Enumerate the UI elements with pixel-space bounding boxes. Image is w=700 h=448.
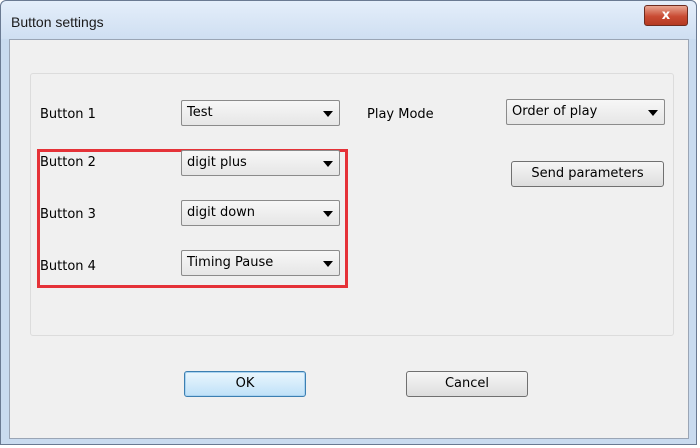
title-bar: Button settings x <box>1 1 696 39</box>
play-mode-select[interactable]: Order of play <box>506 99 665 125</box>
button-1-label: Button 1 <box>40 107 96 122</box>
close-button[interactable]: x <box>644 5 688 26</box>
button-2-select[interactable]: digit plus <box>181 150 340 176</box>
chevron-down-icon <box>323 211 333 217</box>
button-3-value: digit down <box>187 205 256 220</box>
play-mode-value: Order of play <box>512 104 598 119</box>
button-2-label: Button 2 <box>40 155 96 170</box>
window-title: Button settings <box>11 14 104 30</box>
dialog-window: Button settings x Button 1 Test Button 2… <box>0 0 697 445</box>
dialog-client-area: Button 1 Test Button 2 digit plus Button… <box>9 39 689 439</box>
button-4-select[interactable]: Timing Pause <box>181 250 340 276</box>
chevron-down-icon <box>323 111 333 117</box>
chevron-down-icon <box>323 261 333 267</box>
close-icon: x <box>661 8 671 23</box>
ok-button[interactable]: OK <box>184 371 306 397</box>
button-2-value: digit plus <box>187 155 247 170</box>
button-3-label: Button 3 <box>40 207 96 222</box>
button-3-select[interactable]: digit down <box>181 200 340 226</box>
button-4-value: Timing Pause <box>187 255 274 270</box>
cancel-button[interactable]: Cancel <box>406 371 528 397</box>
chevron-down-icon <box>648 110 658 116</box>
send-parameters-button[interactable]: Send parameters <box>511 161 664 187</box>
chevron-down-icon <box>323 161 333 167</box>
button-1-value: Test <box>187 105 213 120</box>
button-4-label: Button 4 <box>40 259 96 274</box>
play-mode-label: Play Mode <box>367 107 434 122</box>
button-1-select[interactable]: Test <box>181 100 340 126</box>
